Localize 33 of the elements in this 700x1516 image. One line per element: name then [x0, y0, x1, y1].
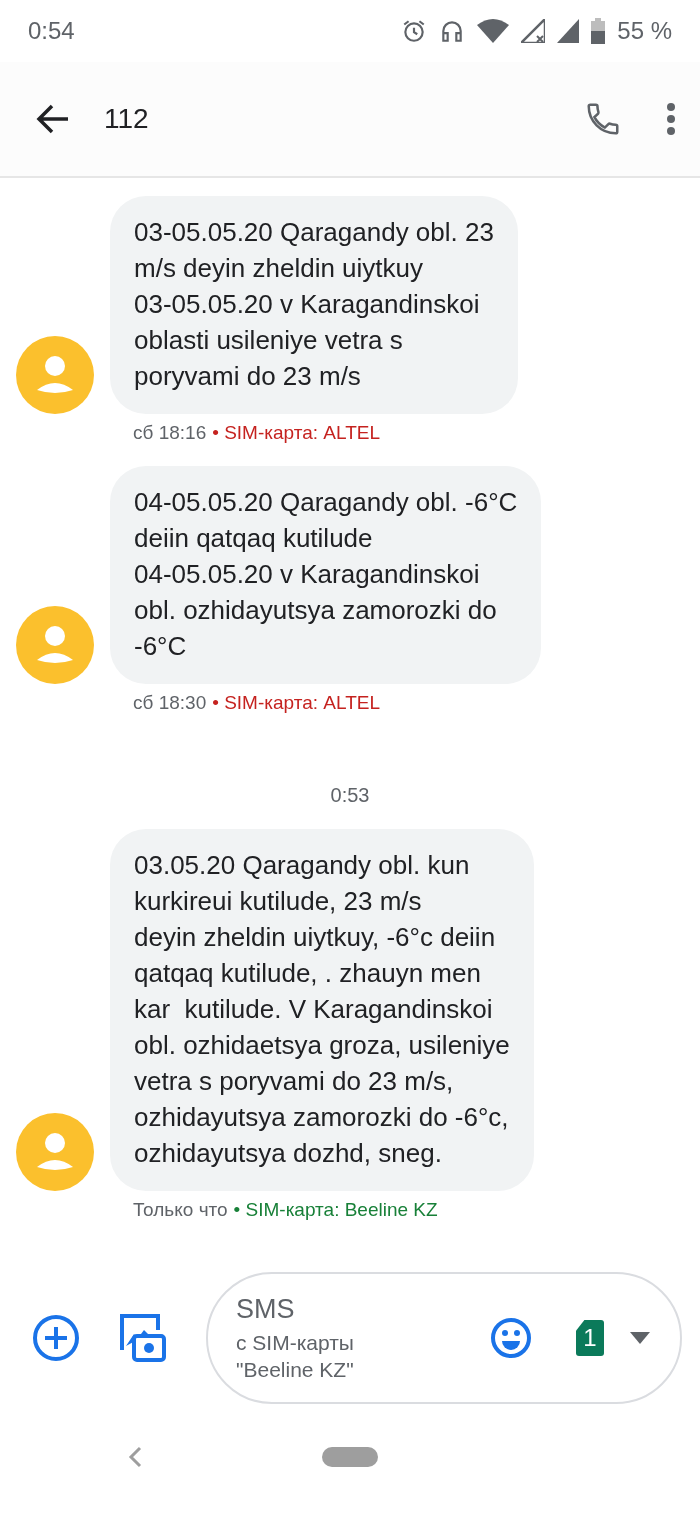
more-button[interactable]: [666, 102, 676, 136]
battery-percent: 55 %: [617, 17, 672, 45]
sim-label: • SIM-карта: ALTEL: [212, 692, 380, 714]
date-divider: 0:53: [330, 784, 370, 807]
message-field[interactable]: SMS с SIM-карты "Beeline KZ" 1: [206, 1272, 682, 1404]
phone-button[interactable]: [584, 100, 622, 138]
sim-badge[interactable]: 1: [576, 1320, 604, 1356]
contact-title: 112: [104, 103, 149, 135]
home-pill[interactable]: [322, 1447, 378, 1467]
message-time: сб 18:30: [133, 692, 207, 714]
signal-icon: [557, 19, 580, 43]
battery-icon: [591, 18, 606, 44]
avatar-icon: [16, 336, 94, 414]
emoji-button[interactable]: [490, 1317, 532, 1359]
message-text: 04-05.05.20 Qaragandy obl. -6°C deiin qatqaq kutilude 04-05.05.20 v Karagandinskoi obl. ozhidayutsya zamorozki do -6°C: [134, 486, 518, 663]
message-text: 03.05.20 Qaragandy obl. kun kurkireui kutilude, 23 m/s deyin zheldin uiytkuy, -6°c deiin qatqaq kutilude, . zhauyn men kar kutilude. V Karagandinskoi obl. ozhidaetsya groza, usileniye vetra s poryvami do 23 m/s, ozhidayutsya zamorozki do -6°c, ozhidayutsya dozhd, sneg.: [134, 849, 510, 1170]
sim-label: • SIM-карта: Beeline KZ: [233, 1199, 438, 1221]
nav-back-icon[interactable]: [128, 1446, 142, 1468]
back-button[interactable]: [36, 104, 70, 134]
add-button[interactable]: [32, 1314, 80, 1362]
message-time: сб 18:16: [133, 422, 207, 444]
avatar-icon: [16, 606, 94, 684]
sim-label: • SIM-карта: ALTEL: [212, 422, 380, 444]
avatar-icon: [16, 1113, 94, 1191]
message-text: 03-05.05.20 Qaragandy obl. 23 m/s deyin zheldin uiytkuy 03-05.05.20 v Karagandinskoi oblasti usileniye vetra s poryvami do 23 m/s: [134, 216, 494, 393]
status-time: 0:54: [28, 17, 75, 45]
sim-hint: "Beeline KZ": [236, 1356, 355, 1383]
wifi-icon: [477, 19, 510, 43]
signal-icon: [521, 19, 546, 43]
sim-hint: с SIM-карты: [236, 1329, 355, 1356]
caret-icon[interactable]: [630, 1332, 650, 1344]
message-time: Только что: [133, 1199, 228, 1221]
gallery-camera-button[interactable]: [118, 1314, 166, 1362]
